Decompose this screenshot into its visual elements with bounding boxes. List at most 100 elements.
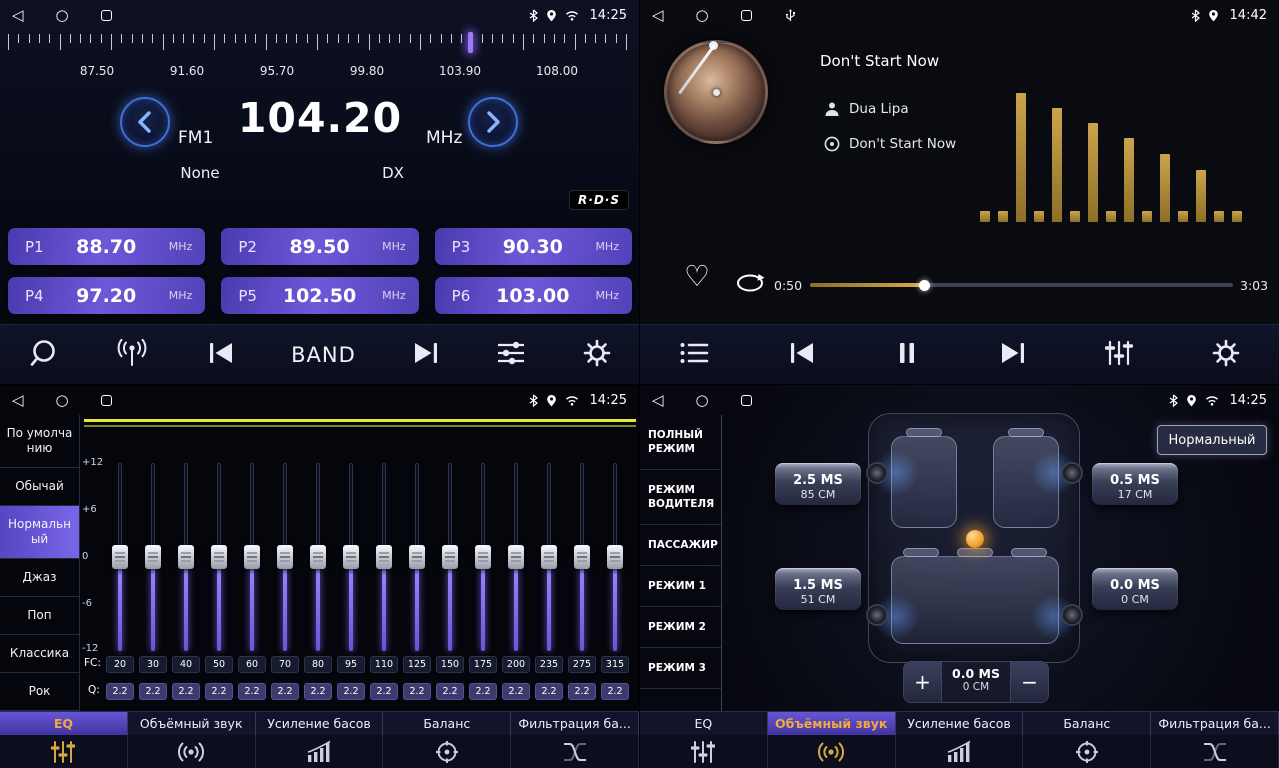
nav-back-icon[interactable]: ◁: [12, 8, 24, 23]
tab-eq[interactable]: EQ: [640, 712, 768, 735]
radio-preset-p1[interactable]: P188.70MHz: [8, 228, 205, 265]
front-left-speaker-icon[interactable]: [866, 462, 888, 484]
frequency-ruler[interactable]: [8, 34, 632, 58]
playlist-button[interactable]: [679, 341, 709, 369]
eq-band-knob[interactable]: [409, 545, 425, 569]
eq-band-knob[interactable]: [211, 545, 227, 569]
eq-preset-item[interactable]: Джаз: [0, 559, 79, 597]
balance-icon[interactable]: [383, 735, 511, 768]
audio-adjust-button[interactable]: [496, 341, 526, 369]
nav-recents-icon[interactable]: [741, 395, 752, 406]
favorite-button[interactable]: ♡: [684, 262, 710, 291]
nav-home-icon[interactable]: ○: [56, 393, 69, 408]
eq-preset-item[interactable]: Нормальный: [0, 506, 79, 559]
tab-eq[interactable]: EQ: [0, 712, 128, 735]
eq-preset-item[interactable]: Рок: [0, 673, 79, 711]
rear-left-delay-button[interactable]: 1.5 MS 51 CM: [775, 568, 861, 610]
repeat-button[interactable]: [734, 272, 766, 298]
nav-home-icon[interactable]: ○: [696, 393, 709, 408]
delay-increase-button[interactable]: +: [904, 662, 942, 702]
nav-back-icon[interactable]: ◁: [652, 393, 664, 408]
stage-mode-item[interactable]: РЕЖИМ ВОДИТЕЛЯ: [640, 470, 721, 525]
listening-position-marker[interactable]: [966, 530, 984, 548]
scan-button[interactable]: [28, 338, 58, 372]
rear-right-delay-button[interactable]: 0.0 MS 0 CM: [1092, 568, 1178, 610]
eq-band-knob[interactable]: [508, 545, 524, 569]
eq-band-knob[interactable]: [442, 545, 458, 569]
stage-mode-item[interactable]: РЕЖИМ 2: [640, 607, 721, 648]
radio-preset-p4[interactable]: P497.20MHz: [8, 277, 205, 314]
radio-preset-p6[interactable]: P6103.00MHz: [435, 277, 632, 314]
eq-band-knob[interactable]: [343, 545, 359, 569]
pause-button[interactable]: [894, 340, 920, 370]
tab-balance[interactable]: Баланс: [1023, 712, 1151, 735]
tune-down-button[interactable]: [120, 97, 170, 147]
eq-band-knob[interactable]: [145, 545, 161, 569]
surround-sound-icon[interactable]: [128, 735, 256, 768]
audio-adjust-button[interactable]: [1105, 340, 1133, 370]
next-station-button[interactable]: [412, 341, 440, 369]
stage-mode-item[interactable]: ПАССАЖИР: [640, 525, 721, 566]
stage-mode-item[interactable]: РЕЖИМ 1: [640, 566, 721, 607]
eq-band-knob[interactable]: [541, 545, 557, 569]
prev-station-button[interactable]: [207, 341, 235, 369]
eq-sliders-icon[interactable]: [0, 735, 128, 768]
nav-home-icon[interactable]: ○: [696, 8, 709, 23]
radio-preset-p2[interactable]: P289.50MHz: [221, 228, 418, 265]
eq-band-knob[interactable]: [178, 545, 194, 569]
eq-band-knob[interactable]: [277, 545, 293, 569]
eq-preset-item[interactable]: Поп: [0, 597, 79, 635]
nav-recents-icon[interactable]: [101, 395, 112, 406]
crossover-filter-icon[interactable]: [1151, 735, 1279, 768]
album-art[interactable]: [664, 40, 768, 144]
nav-back-icon[interactable]: ◁: [12, 393, 24, 408]
band-button[interactable]: BAND: [291, 343, 356, 367]
broadcast-button[interactable]: [114, 339, 150, 371]
rear-left-speaker-icon[interactable]: [866, 604, 888, 626]
eq-band-knob[interactable]: [574, 545, 590, 569]
eq-band-knob[interactable]: [475, 545, 491, 569]
stage-mode-item[interactable]: ПОЛНЫЙ РЕЖИМ: [640, 415, 721, 470]
eq-band-knob[interactable]: [376, 545, 392, 569]
progress-bar[interactable]: [810, 283, 1233, 287]
nav-recents-icon[interactable]: [101, 10, 112, 21]
settings-button[interactable]: [1212, 339, 1240, 371]
tab-filter[interactable]: Фильтрация ба...: [511, 712, 639, 735]
front-right-speaker-icon[interactable]: [1061, 462, 1083, 484]
eq-band-knob[interactable]: [607, 545, 623, 569]
eq-preset-item[interactable]: Обычай: [0, 468, 79, 506]
front-left-delay-button[interactable]: 2.5 MS 85 CM: [775, 463, 861, 505]
next-track-button[interactable]: [999, 341, 1027, 369]
tab-filter[interactable]: Фильтрация ба...: [1151, 712, 1279, 735]
stage-mode-item[interactable]: РЕЖИМ 3: [640, 648, 721, 689]
rear-right-speaker-icon[interactable]: [1061, 604, 1083, 626]
tab-bass-boost[interactable]: Усиление басов: [896, 712, 1024, 735]
tab-balance[interactable]: Баланс: [383, 712, 511, 735]
progress-handle[interactable]: [919, 280, 930, 291]
stage-preset-button[interactable]: Нормальный: [1157, 425, 1267, 455]
eq-band-knob[interactable]: [310, 545, 326, 569]
bass-boost-icon[interactable]: [256, 735, 384, 768]
bass-boost-icon[interactable]: [896, 735, 1024, 768]
eq-preset-item[interactable]: Классика: [0, 635, 79, 673]
nav-back-icon[interactable]: ◁: [652, 8, 664, 23]
balance-icon[interactable]: [1023, 735, 1151, 768]
tab-bass-boost[interactable]: Усиление басов: [256, 712, 384, 735]
radio-preset-p3[interactable]: P390.30MHz: [435, 228, 632, 265]
tab-surround[interactable]: Объёмный звук: [768, 712, 896, 735]
eq-sliders-icon[interactable]: [640, 735, 768, 768]
delay-decrease-button[interactable]: −: [1010, 662, 1048, 702]
nav-recents-icon[interactable]: [741, 10, 752, 21]
surround-sound-icon[interactable]: [768, 735, 896, 768]
nav-home-icon[interactable]: ○: [56, 8, 69, 23]
eq-band-knob[interactable]: [112, 545, 128, 569]
radio-preset-p5[interactable]: P5102.50MHz: [221, 277, 418, 314]
tab-surround[interactable]: Объёмный звук: [128, 712, 256, 735]
crossover-filter-icon[interactable]: [511, 735, 639, 768]
eq-band-knob[interactable]: [244, 545, 260, 569]
settings-button[interactable]: [583, 339, 611, 371]
front-right-delay-button[interactable]: 0.5 MS 17 CM: [1092, 463, 1178, 505]
eq-preset-item[interactable]: По умолчанию: [0, 415, 79, 468]
prev-track-button[interactable]: [788, 341, 816, 369]
tune-up-button[interactable]: [468, 97, 518, 147]
